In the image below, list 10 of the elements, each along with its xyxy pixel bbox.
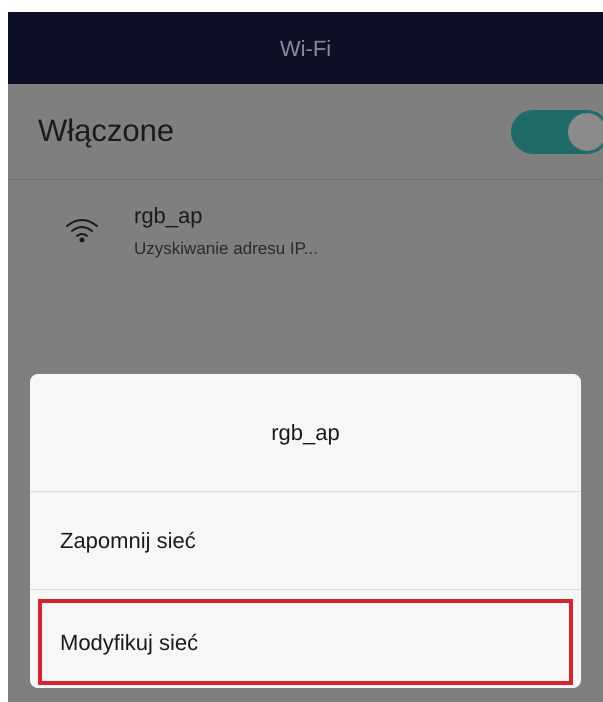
window-title: Wi-Fi bbox=[280, 34, 332, 62]
menu-item[interactable]: Modyfikuj sieć bbox=[38, 599, 573, 685]
wifi-icon bbox=[64, 217, 100, 243]
wifi-label: Włączone bbox=[38, 112, 174, 150]
dialog-title: rgb_ap bbox=[271, 419, 340, 447]
menu-item[interactable]: Zapomnij sieć bbox=[30, 492, 581, 589]
network-status: Uzyskiwanie adresu IP... bbox=[134, 238, 318, 260]
network-name: rgb_ap bbox=[134, 202, 204, 230]
network-row[interactable]: rgb_ap Uzyskiwanie adresu IP... bbox=[8, 180, 603, 280]
wifi-switch[interactable] bbox=[511, 110, 603, 154]
